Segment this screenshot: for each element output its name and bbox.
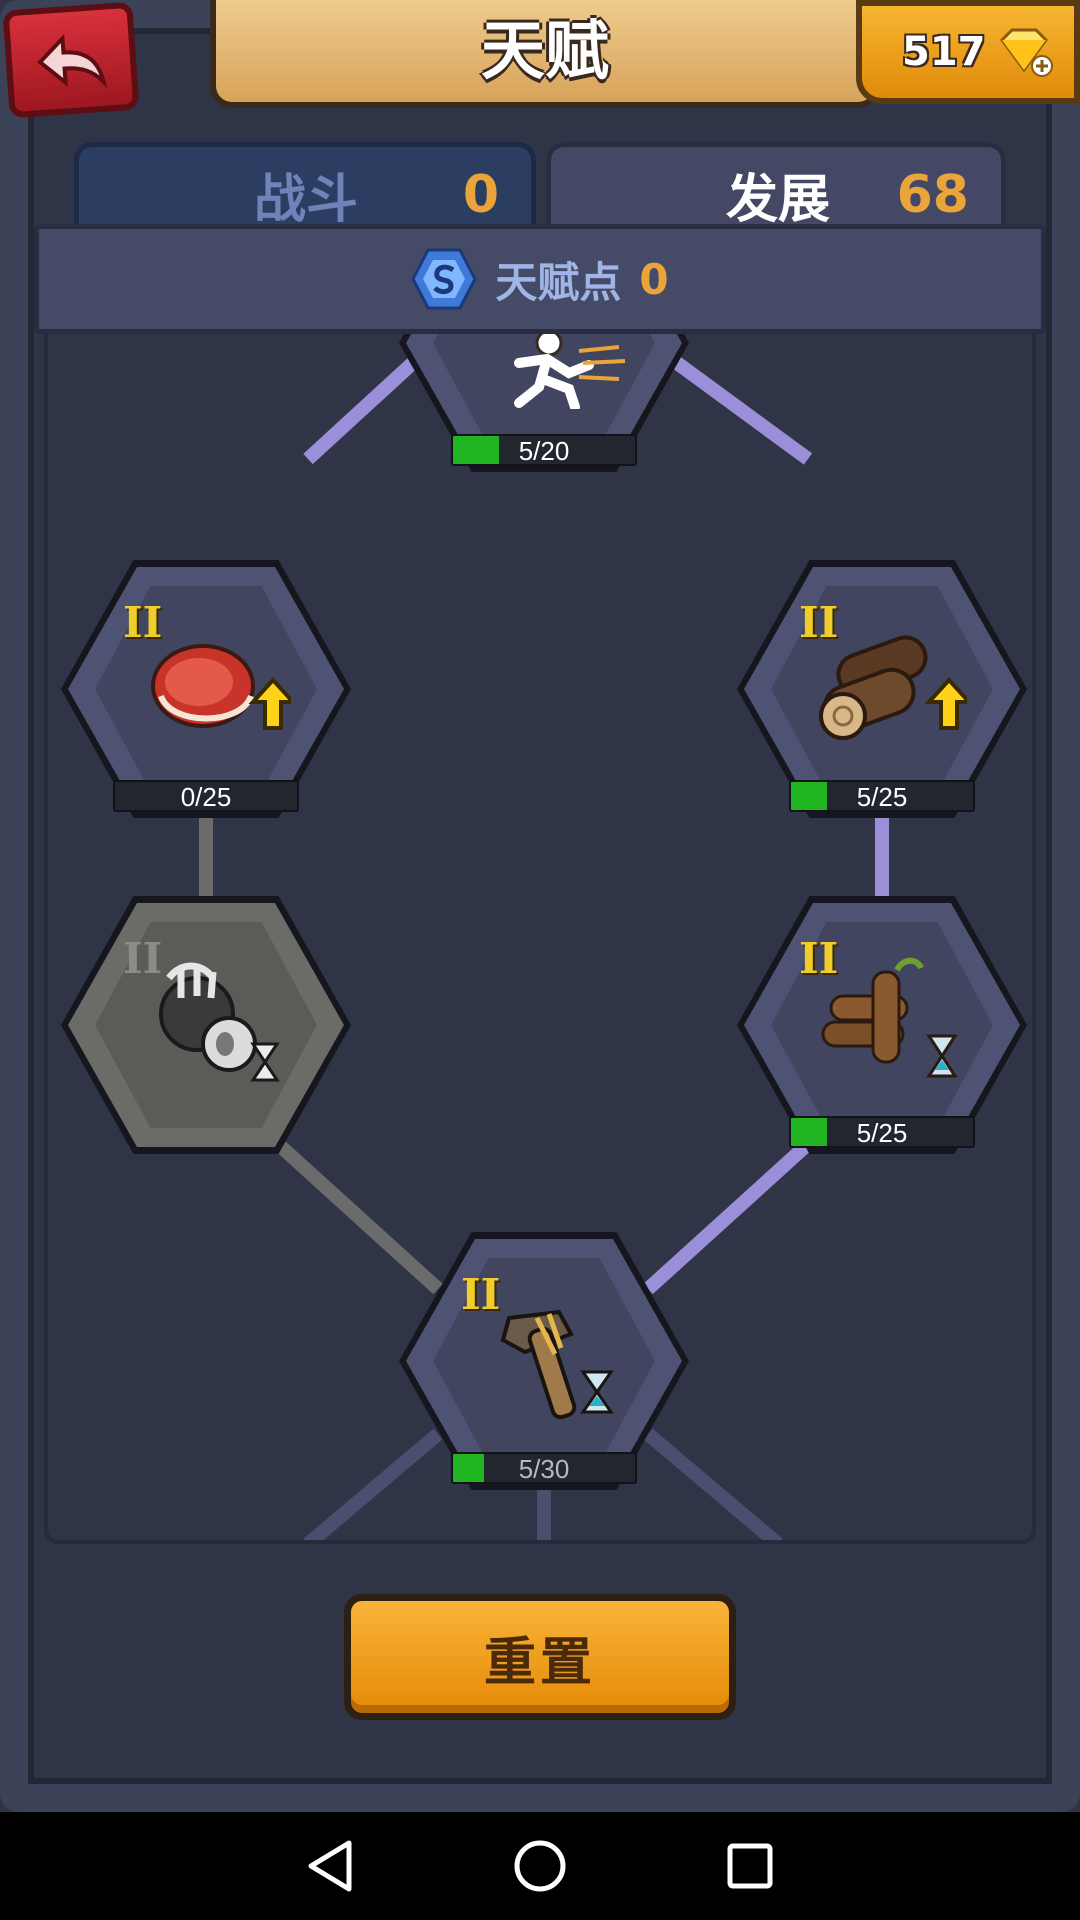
triangle-back-icon: [308, 1840, 352, 1892]
tab-develop-count: 68: [896, 164, 969, 225]
talent-node-meat[interactable]: II 0/25: [61, 560, 351, 818]
page-title: 天赋: [481, 15, 609, 89]
diamond-plus-icon: [999, 28, 1053, 77]
progress-bar: 5/25: [789, 1116, 975, 1148]
trap-timer-icon: [159, 962, 280, 1082]
progress-text: 0/25: [180, 782, 232, 812]
gem-count: 517: [902, 29, 986, 75]
progress-text: 5/25: [856, 782, 908, 812]
stone-hammer-timer-icon: [500, 1309, 614, 1420]
woodpile-timer-icon: [821, 957, 958, 1078]
talent-points-bar: 天赋点 0: [34, 224, 1046, 334]
progress-bar: 0/25: [113, 780, 299, 812]
talent-node-speed[interactable]: 5/20: [399, 334, 689, 472]
logs-upgrade-icon: [819, 635, 967, 740]
square-recents-icon: [727, 1843, 773, 1889]
talent-node-wood[interactable]: II 5/25: [737, 560, 1027, 818]
talent-point-gem-icon: [411, 248, 478, 310]
progress-text: 5/30: [518, 1454, 570, 1484]
gem-panel[interactable]: 517: [856, 0, 1080, 104]
talent-node-hammer[interactable]: II 5/30: [399, 1232, 689, 1490]
progress-bar: 5/30: [451, 1452, 637, 1484]
progress-text: 5/20: [518, 436, 570, 466]
talent-screen: 天赋 517 战斗 0 发展 68 天赋点 0 5/20 II 0/25 II …: [0, 0, 1080, 1812]
back-arrow-icon: [37, 33, 108, 89]
back-button[interactable]: [2, 1, 140, 119]
tab-combat-label: 战斗: [254, 170, 359, 230]
progress-bar: 5/25: [789, 780, 975, 812]
talent-node-trap[interactable]: II: [61, 896, 351, 1154]
talent-tree[interactable]: 5/20 II 0/25 II 5/25 II II 5/25 II 5/30: [44, 334, 1036, 1544]
tab-combat-count: 0: [462, 164, 499, 225]
system-nav-bar: [0, 1812, 1080, 1920]
progress-text: 5/25: [856, 1118, 908, 1148]
nav-recents-button[interactable]: [720, 1836, 780, 1896]
running-man-icon: [514, 334, 626, 409]
talent-points-label: 天赋点: [495, 257, 622, 307]
tab-develop-label: 发展: [726, 170, 831, 230]
nav-home-button[interactable]: [510, 1836, 570, 1896]
nav-back-button[interactable]: [300, 1836, 360, 1896]
talent-node-woodpile[interactable]: II 5/25: [737, 896, 1027, 1154]
reset-button-label: 重置: [483, 1632, 596, 1693]
progress-bar: 5/20: [451, 434, 637, 466]
title-banner: 天赋: [210, 0, 880, 108]
reset-button[interactable]: 重置: [344, 1594, 736, 1720]
meat-upgrade-icon: [151, 644, 291, 730]
circle-home-icon: [514, 1840, 566, 1892]
talent-points-value: 0: [639, 254, 669, 304]
